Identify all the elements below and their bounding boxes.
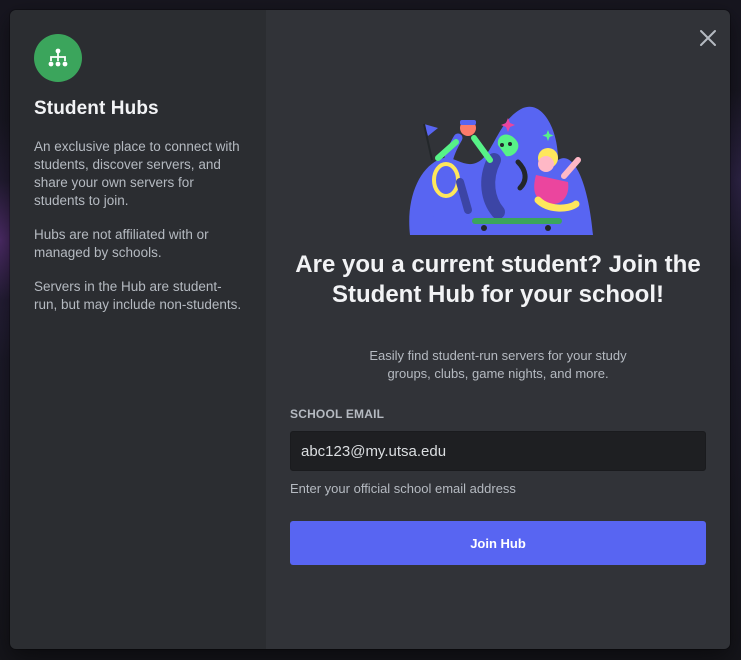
join-hub-button[interactable]: Join Hub xyxy=(290,521,706,565)
school-email-label: SCHOOL EMAIL xyxy=(290,407,385,421)
modal-main: Are you a current student? Join the Stud… xyxy=(266,10,730,649)
join-subtext: Easily find student-run servers for your… xyxy=(369,348,627,381)
student-hub-modal: Student Hubs An exclusive place to conne… xyxy=(10,10,730,649)
sidebar-title: Student Hubs xyxy=(34,98,159,119)
students-illustration xyxy=(409,106,593,235)
sidebar-student-run-note: Servers in the Hub are student-run, but … xyxy=(34,279,242,312)
hub-network-icon xyxy=(34,34,82,82)
sidebar-affiliation-note: Hubs are not affiliated with or managed … xyxy=(34,227,209,260)
sidebar-description: An exclusive place to connect with stude… xyxy=(34,139,240,208)
school-email-hint: Enter your official school email address xyxy=(290,481,516,496)
modal-sidebar: Student Hubs An exclusive place to conne… xyxy=(10,10,266,649)
close-button[interactable] xyxy=(696,26,720,50)
close-icon xyxy=(700,30,716,46)
join-headline: Are you a current student? Join the Stud… xyxy=(295,251,701,308)
school-email-input[interactable] xyxy=(290,431,706,471)
